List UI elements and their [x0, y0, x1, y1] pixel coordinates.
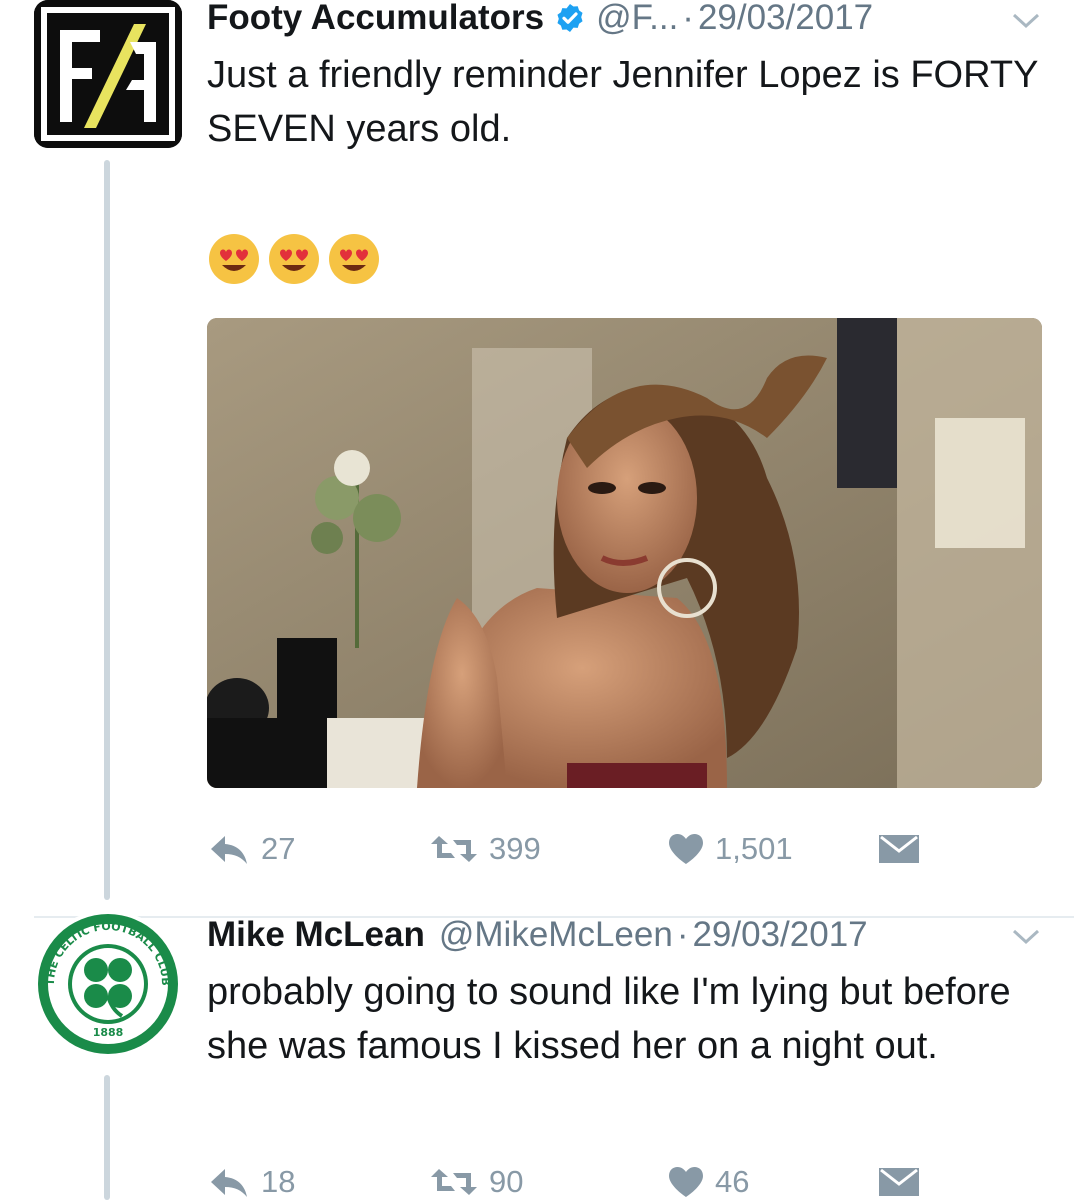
tweet1-author-handle[interactable]: @F...: [596, 0, 678, 38]
tweet1-like-count: 1,501: [715, 831, 793, 866]
tweet1-like-button[interactable]: 1,501: [667, 827, 793, 871]
heart-eyes-emoji-icon: [329, 234, 379, 284]
tweet1-date[interactable]: 29/03/2017: [698, 0, 873, 38]
tweet2-separator: ·: [676, 915, 689, 954]
heart-eyes-emoji-icon: [209, 234, 259, 284]
tweet1-reply-count: 27: [261, 831, 296, 866]
tweet2-author-name[interactable]: Mike McLean: [207, 915, 425, 955]
tweet2-reply-count: 18: [261, 1164, 296, 1199]
celtic-crest-icon: THE CELTIC FOOTBALL CLUB 1888: [38, 914, 178, 1054]
envelope-icon: [879, 835, 919, 863]
avatar-footy-accumulators[interactable]: [34, 0, 182, 148]
tweet1-retweet-button[interactable]: 399: [429, 827, 541, 871]
tweet2-like-button[interactable]: 46: [667, 1160, 749, 1204]
retweet-icon: [431, 1169, 477, 1195]
tweet1-separator: ·: [682, 0, 694, 37]
crest-year: 1888: [93, 1026, 124, 1039]
photo-woman-icon: [207, 318, 1042, 788]
heart-icon: [669, 1167, 703, 1197]
chevron-down-icon: [1012, 929, 1040, 945]
fa-logo-icon: [34, 0, 182, 148]
heart-eyes-emoji-icon: [269, 234, 319, 284]
tweet1-action-bar: 27 399 1,501: [207, 827, 947, 871]
tweet2-retweet-button[interactable]: 90: [429, 1160, 523, 1204]
tweet2-retweet-count: 90: [489, 1164, 524, 1199]
tweet2-text: probably going to sound like I'm lying b…: [207, 971, 1011, 1067]
heart-icon: [669, 834, 703, 864]
tweet2-dm-button[interactable]: [877, 1160, 921, 1204]
tweet1-author-name[interactable]: Footy Accumulators: [207, 0, 544, 38]
tweet1-media-photo[interactable]: [207, 318, 1042, 788]
tweet1-retweet-count: 399: [489, 831, 541, 866]
tweet2-more-menu[interactable]: [1010, 926, 1042, 950]
reply-icon: [211, 1169, 247, 1197]
tweet1-more-menu[interactable]: [1010, 10, 1042, 34]
thread-line: [104, 160, 110, 900]
tweet2-like-count: 46: [715, 1164, 750, 1199]
tweet2-reply-button[interactable]: 18: [207, 1160, 295, 1204]
tweet1-header: Footy Accumulators @F... · 29/03/2017: [207, 0, 873, 38]
tweet1-dm-button[interactable]: [877, 827, 921, 871]
tweet1-text: Just a friendly reminder Jennifer Lopez …: [207, 54, 1038, 150]
tweet2-header: Mike McLean @MikeMcLeen · 29/03/2017: [207, 915, 868, 955]
chevron-down-icon: [1012, 13, 1040, 29]
retweet-icon: [431, 836, 477, 862]
tweet1-emojis: [207, 232, 381, 284]
reply-icon: [211, 836, 247, 864]
tweet2-action-bar: 18 90 46: [207, 1160, 947, 1204]
verified-badge-icon: [557, 4, 583, 32]
envelope-icon: [879, 1168, 919, 1196]
avatar-mike-mclean[interactable]: THE CELTIC FOOTBALL CLUB 1888: [34, 910, 182, 1058]
tweet2-date[interactable]: 29/03/2017: [692, 915, 867, 955]
thread-line: [104, 1075, 110, 1200]
tweet1-reply-button[interactable]: 27: [207, 827, 295, 871]
tweet2-author-handle[interactable]: @MikeMcLeen: [439, 915, 673, 955]
